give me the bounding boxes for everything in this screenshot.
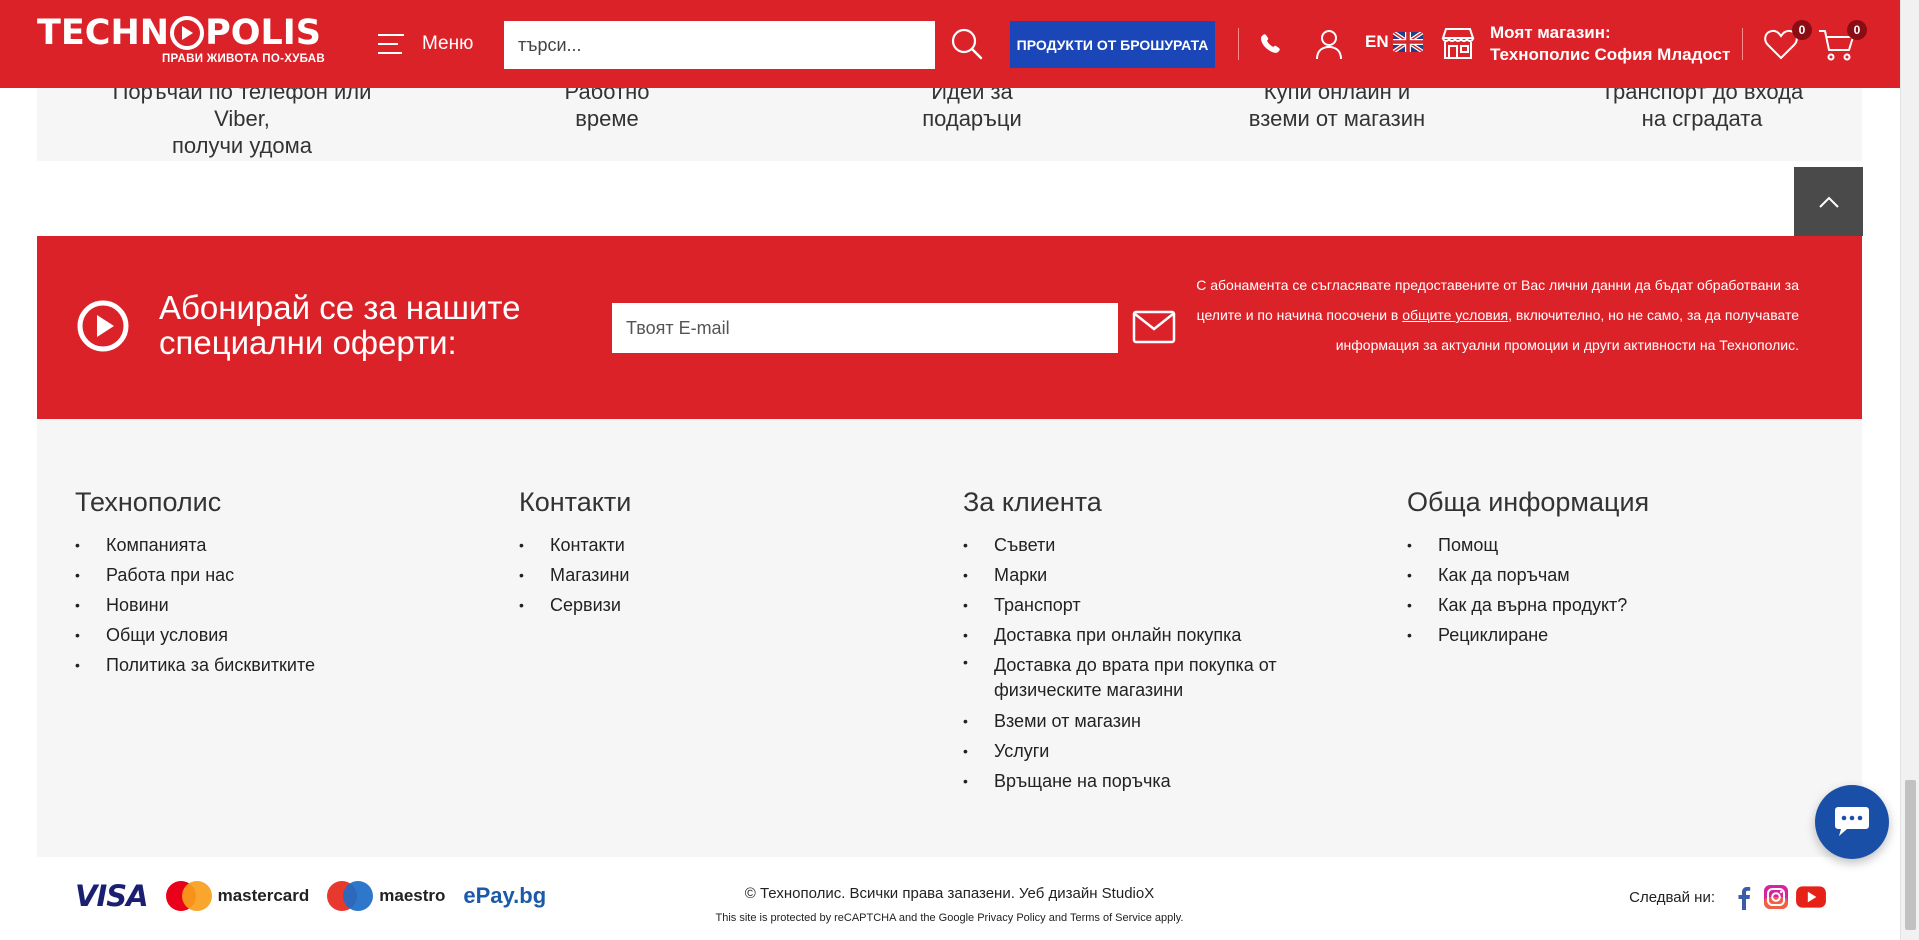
footer-link[interactable]: Как да върна продукт? [1407, 590, 1827, 620]
footer-link[interactable]: Връщане на поръчка [963, 766, 1383, 796]
newsletter-title: Абонирай се за нашите специални оферти: [159, 290, 521, 360]
header-divider [1238, 28, 1239, 60]
footer-link[interactable]: Помощ [1407, 530, 1827, 560]
store-icon[interactable] [1440, 26, 1476, 60]
footer-link[interactable]: Компанията [75, 530, 475, 560]
chat-bubble-icon [1835, 807, 1869, 836]
recaptcha-text: and [1045, 912, 1070, 924]
logo-play-icon [170, 16, 205, 50]
logo-text-right: POLIS [205, 13, 321, 53]
footer-column-title: Технополис [75, 487, 222, 517]
site-header: TECHN POLIS ПРАВИ ЖИВОТА ПО-ХУБАВ Меню П… [0, 0, 1900, 88]
feature-line: на сградата [1641, 106, 1763, 131]
footer-link[interactable]: Сервизи [519, 590, 919, 620]
follow-label: Следвай ни: [1629, 888, 1715, 906]
footer-link[interactable]: Вземи от магазин [963, 706, 1383, 736]
footer-link[interactable]: Доставка до врата при покупка от физичес… [963, 650, 1383, 706]
footer-column-technopolis: Технополис Компанията Работа при нас Нов… [75, 487, 475, 680]
feature-line: подаръци [922, 106, 1022, 131]
footer-link[interactable]: Транспорт [963, 590, 1383, 620]
footer-link[interactable]: Магазини [519, 560, 919, 590]
youtube-icon[interactable] [1795, 884, 1827, 910]
hamburger-icon [378, 34, 404, 54]
logo-text-left: TECHN [37, 13, 170, 53]
scroll-to-top-button[interactable] [1794, 167, 1863, 236]
store-name: Технополис София Младост [1490, 45, 1731, 64]
newsletter-title-line: Абонирай се за нашите [159, 289, 521, 326]
footer-link[interactable]: Общи условия [75, 620, 475, 650]
scrollbar-thumb[interactable] [1905, 780, 1916, 930]
feature-phone-order[interactable]: Поръчай по телефон или Viber, получи удо… [82, 78, 402, 159]
search-input[interactable] [504, 21, 935, 69]
facebook-icon[interactable] [1731, 884, 1757, 910]
footer-link[interactable]: Как да поръчам [1407, 560, 1827, 590]
page-scrollbar[interactable] [1900, 0, 1919, 940]
cart-count-badge: 0 [1847, 20, 1867, 40]
menu-label: Меню [422, 33, 474, 54]
social-follow: Следвай ни: [1629, 884, 1827, 910]
footer-link[interactable]: Марки [963, 560, 1383, 590]
store-label: Моят магазин: [1490, 23, 1611, 42]
footer-column-for-customers: За клиента Съвети Марки Транспорт Достав… [963, 487, 1383, 796]
footer-column-title: Обща информация [1407, 487, 1650, 517]
phone-icon[interactable] [1258, 32, 1282, 56]
footer-column-contacts: Контакти Контакти Магазини Сервизи [519, 487, 919, 620]
chevron-up-icon [1818, 196, 1839, 208]
user-account-icon[interactable] [1314, 28, 1344, 60]
newsletter-title-line: специални оферти: [159, 324, 457, 361]
terms-link[interactable]: общите условия [1402, 307, 1508, 323]
footer-link[interactable]: Съвети [963, 530, 1383, 560]
footer-link[interactable]: Услуги [963, 736, 1383, 766]
footer-bottom-bar: VISA mastercard maestro ePay.bg © Техноп… [37, 857, 1862, 933]
language-label: EN [1365, 32, 1389, 51]
menu-button[interactable]: Меню [378, 26, 473, 62]
recaptcha-text: apply. [1151, 912, 1184, 924]
my-store-selector[interactable]: Моят магазин: Технополис София Младост [1490, 22, 1730, 66]
footer-link[interactable]: Работа при нас [75, 560, 475, 590]
footer-link[interactable]: Новини [75, 590, 475, 620]
language-switcher[interactable]: EN [1365, 32, 1423, 52]
newsletter-consent-note: С абонамента се съгласявате предоставени… [1159, 270, 1799, 360]
copyright-text: © Технополис. Всички права запазени. Уеб… [744, 885, 1155, 902]
newsletter-section: Абонирай се за нашите специални оферти: … [37, 236, 1862, 419]
chat-widget-button[interactable] [1815, 785, 1889, 859]
footer-links: Технополис Компанията Работа при нас Нов… [37, 419, 1862, 857]
newsletter-email-input[interactable] [612, 303, 1118, 353]
wishlist-count-badge: 0 [1792, 20, 1812, 40]
footer-link[interactable]: Контакти [519, 530, 919, 560]
technopolis-logo[interactable]: TECHN POLIS ПРАВИ ЖИВОТА ПО-ХУБАВ [37, 14, 325, 70]
terms-of-service-link[interactable]: Terms of Service [1070, 912, 1152, 924]
recaptcha-text: This site is protected by reCAPTCHA and … [715, 912, 978, 924]
privacy-policy-link[interactable]: Privacy Policy [977, 912, 1045, 924]
uk-flag-icon [1392, 32, 1423, 52]
logo-wordmark: TECHN POLIS [37, 14, 325, 52]
recaptcha-notice: This site is protected by reCAPTCHA and … [37, 912, 1862, 924]
brochure-products-button[interactable]: ПРОДУКТИ ОТ БРОШУРАТА [1010, 21, 1215, 68]
logo-tagline: ПРАВИ ЖИВОТА ПО-ХУБАВ [161, 53, 325, 65]
feature-line: време [575, 106, 639, 131]
feature-line: вземи от магазин [1248, 106, 1426, 131]
footer-link[interactable]: Политика за бисквитките [75, 650, 475, 680]
play-circle-icon [77, 300, 129, 352]
instagram-icon[interactable] [1763, 884, 1789, 910]
footer-link[interactable]: Рециклиране [1407, 620, 1827, 650]
footer-column-title: Контакти [519, 487, 632, 517]
feature-line: получи удома [171, 133, 313, 158]
footer-link[interactable]: Доставка при онлайн покупка [963, 620, 1383, 650]
search-icon[interactable] [950, 27, 984, 61]
footer-column-general-info: Обща информация Помощ Как да поръчам Как… [1407, 487, 1827, 650]
header-divider [1742, 28, 1743, 60]
footer-column-title: За клиента [963, 487, 1102, 517]
